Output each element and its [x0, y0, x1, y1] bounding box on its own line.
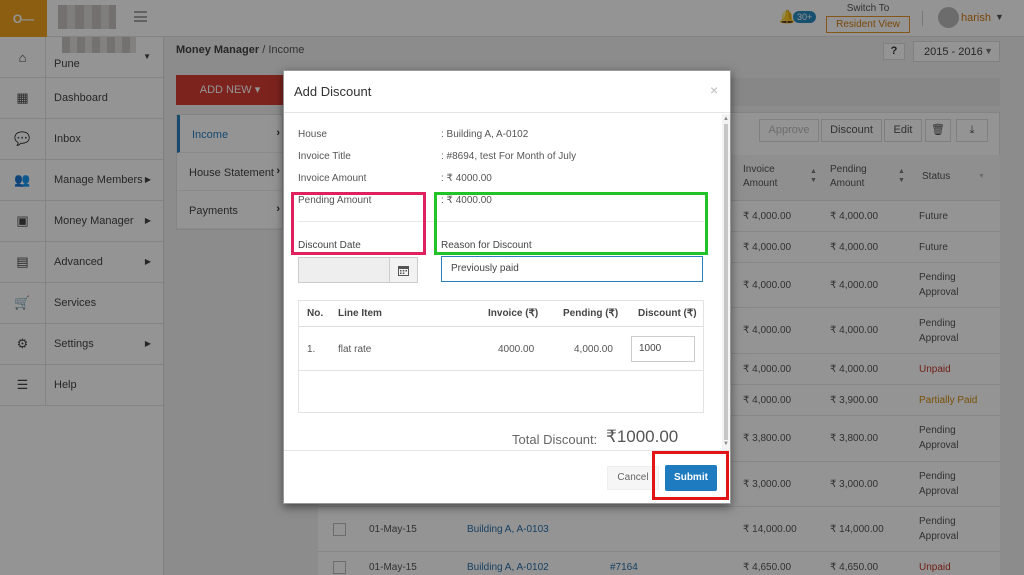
- line-item-pending: 4,000.00: [574, 344, 613, 355]
- total-discount-label: Total Discount:: [512, 432, 598, 447]
- column-line-item: Line Item: [338, 308, 382, 319]
- calendar-icon[interactable]: [389, 257, 418, 283]
- column-pending: Pending (₹): [563, 308, 619, 319]
- modal-title: Add Discount: [294, 84, 372, 99]
- reason-input[interactable]: Previously paid: [441, 256, 703, 282]
- column-discount: Discount (₹): [638, 308, 697, 319]
- reason-highlight: [434, 192, 708, 255]
- column-invoice: Invoice (₹): [488, 308, 539, 319]
- info-label-house: House: [298, 129, 327, 140]
- line-item-invoice: 4000.00: [498, 344, 535, 355]
- scrollbar-thumb[interactable]: [724, 124, 728, 440]
- info-label-invoice-amount: Invoice Amount: [298, 173, 367, 184]
- line-items-header: No. Line Item Invoice (₹) Pending (₹) Di…: [299, 301, 703, 327]
- scroll-down-icon[interactable]: ▼: [723, 441, 729, 447]
- line-item-name: flat rate: [338, 344, 372, 355]
- column-no: No.: [307, 308, 324, 319]
- close-icon[interactable]: ×: [710, 82, 718, 98]
- line-item-no: 1.: [307, 344, 316, 355]
- discount-date-highlight: [291, 192, 426, 255]
- total-discount-value: ₹1000.00: [606, 427, 679, 446]
- line-items-table: No. Line Item Invoice (₹) Pending (₹) Di…: [298, 300, 704, 413]
- divider: [299, 370, 703, 371]
- line-item-discount-input[interactable]: 1000: [631, 336, 695, 362]
- scroll-up-icon[interactable]: ▲: [723, 116, 729, 122]
- modal-header: Add Discount ×: [284, 71, 730, 113]
- modal-body: House : Building A, A-0102 Invoice Title…: [284, 114, 730, 450]
- add-discount-modal: Add Discount × House : Building A, A-010…: [283, 70, 731, 504]
- info-value-invoice-title: : #8694, test For Month of July: [441, 151, 577, 162]
- discount-date-field[interactable]: [298, 257, 390, 283]
- info-value-invoice-amount: : ₹ 4000.00: [441, 173, 492, 184]
- info-value-house: : Building A, A-0102: [441, 129, 529, 140]
- submit-highlight: [652, 451, 729, 500]
- info-label-invoice-title: Invoice Title: [298, 151, 351, 162]
